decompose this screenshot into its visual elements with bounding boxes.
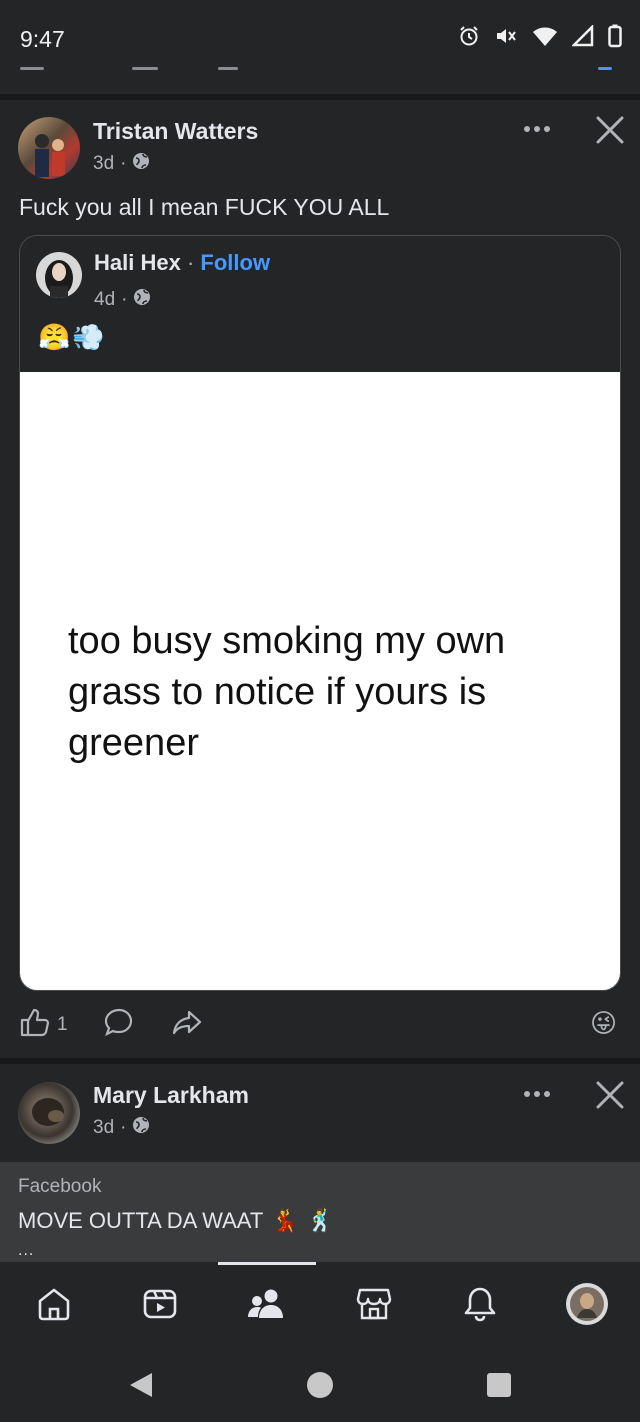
post-text: Fuck you all I mean FUCK YOU ALL: [19, 194, 390, 220]
shared-author-name[interactable]: Hali Hex: [94, 250, 181, 275]
notifications-icon[interactable]: [454, 1280, 506, 1328]
comment-icon: [103, 1006, 135, 1044]
man-dancing-emoji-icon: 🕺: [306, 1208, 335, 1233]
shared-author-line: Hali Hex · Follow: [94, 250, 270, 276]
battery-icon: [608, 24, 622, 53]
share-icon: [171, 1006, 203, 1044]
feed-divider: [0, 1058, 640, 1064]
shared-meta: 4d ·: [94, 288, 151, 312]
share-button[interactable]: [171, 1006, 203, 1044]
post-author-name[interactable]: Tristan Watters: [93, 118, 258, 145]
globe-icon: [133, 288, 151, 312]
like-count: 1: [57, 1014, 68, 1035]
like-button[interactable]: 1: [19, 1006, 68, 1044]
reaction-button[interactable]: 😜: [590, 1008, 617, 1039]
recents-icon[interactable]: [487, 1373, 511, 1402]
wifi-icon: [532, 25, 558, 52]
post-meta: 3d ·: [93, 1116, 150, 1140]
shared-author-avatar[interactable]: [36, 252, 82, 298]
snippet-source: Facebook: [18, 1176, 102, 1197]
status-bar: 9:47: [0, 0, 640, 80]
author-avatar[interactable]: [18, 117, 80, 179]
snippet-text-line: MOVE OUTTA DA WAAT 💃 🕺: [18, 1208, 334, 1234]
shared-post[interactable]: Hali Hex · Follow 4d · 😤 💨 too busy smok…: [19, 235, 621, 991]
previous-content-edge: [0, 62, 640, 82]
video-icon[interactable]: [134, 1280, 186, 1328]
meta-separator: ·: [120, 153, 127, 174]
dancer-emoji-icon: 💃: [271, 1208, 299, 1233]
snippet-text: MOVE OUTTA DA WAAT: [18, 1208, 264, 1233]
active-tab-indicator: [218, 1262, 316, 1265]
mute-icon: [494, 25, 518, 52]
winking-tongue-emoji-icon: 😜: [590, 1008, 618, 1038]
status-time: 9:47: [20, 26, 65, 52]
shared-link-snippet[interactable]: Facebook MOVE OUTTA DA WAAT 💃 🕺 ...: [0, 1162, 640, 1262]
friends-icon[interactable]: [240, 1280, 292, 1328]
author-avatar[interactable]: [18, 1082, 80, 1144]
back-icon[interactable]: [128, 1371, 154, 1404]
comment-button[interactable]: [103, 1006, 135, 1044]
marketplace-icon[interactable]: [348, 1280, 400, 1328]
emoji-face-steam: 😤: [38, 322, 71, 352]
alarm-icon: [458, 25, 480, 52]
meta-separator: ·: [121, 289, 128, 310]
post-time[interactable]: 3d: [93, 153, 114, 175]
see-more-ellipsis[interactable]: ...: [18, 1242, 34, 1260]
shared-time[interactable]: 4d: [94, 289, 115, 311]
close-icon[interactable]: [593, 113, 627, 147]
home-icon[interactable]: [28, 1280, 80, 1328]
close-icon[interactable]: [593, 1078, 627, 1112]
signal-icon: [570, 23, 594, 52]
thumbs-up-icon: [19, 1006, 51, 1044]
post-meta: 3d ·: [93, 152, 150, 176]
shared-image[interactable]: too busy smoking my own grass to notice …: [20, 372, 620, 990]
shared-emoji-text: 😤 💨: [38, 322, 105, 353]
post-author-name[interactable]: Mary Larkham: [93, 1082, 249, 1109]
profile-avatar[interactable]: [561, 1280, 613, 1328]
post-time[interactable]: 3d: [93, 1117, 114, 1139]
status-icons: [458, 23, 622, 53]
post-more-button[interactable]: [517, 114, 557, 144]
post-more-button[interactable]: [517, 1079, 557, 1109]
system-navigation: [0, 1342, 640, 1422]
meta-separator: ·: [120, 1117, 127, 1138]
globe-icon: [132, 152, 150, 176]
home-circle-icon[interactable]: [306, 1371, 334, 1404]
bottom-navigation: [0, 1262, 640, 1342]
name-separator: ·: [186, 250, 195, 275]
globe-icon: [132, 1116, 150, 1140]
image-caption-text: too busy smoking my own grass to notice …: [68, 620, 506, 764]
post-actions: 1 😜: [0, 1006, 640, 1046]
follow-button[interactable]: Follow: [200, 250, 270, 275]
emoji-dash: 💨: [72, 322, 105, 352]
